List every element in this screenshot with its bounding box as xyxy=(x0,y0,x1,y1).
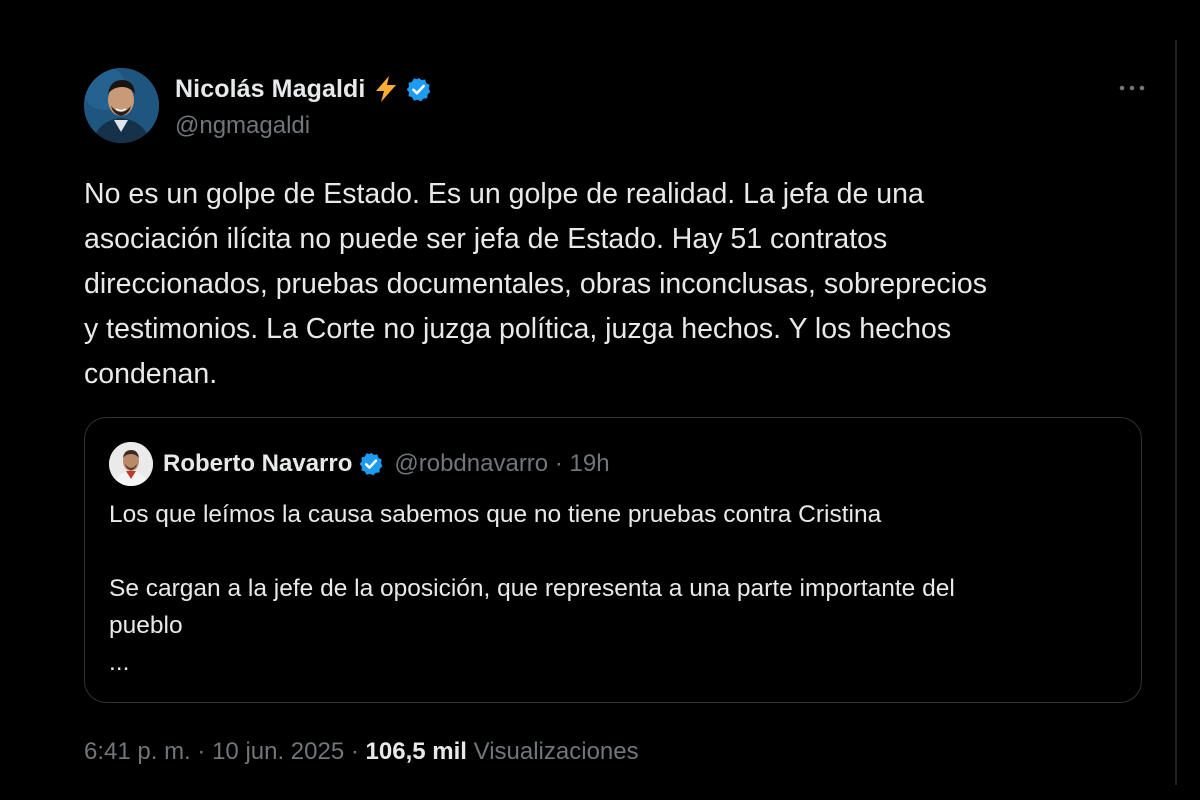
tweet-footer: 6:41 p. m. · 10 jun. 2025 · 106,5 mil Vi… xyxy=(84,738,639,766)
author-avatar[interactable] xyxy=(84,68,159,143)
quoted-tweet-header: Roberto Navarro @robdnavarro · 19h xyxy=(109,442,610,486)
quoted-truncation: ... xyxy=(109,649,130,676)
tweet-text-line: y testimonios. La Corte no juzga polític… xyxy=(84,313,952,345)
quoted-author-handle[interactable]: @robdnavarro xyxy=(394,450,548,477)
views-label[interactable]: Visualizaciones xyxy=(474,738,639,765)
quoted-author-display-name[interactable]: Roberto Navarro xyxy=(163,450,352,478)
quoted-author-avatar[interactable] xyxy=(109,442,153,486)
tweet-text-line: No es un golpe de Estado. Es un golpe de… xyxy=(84,178,924,210)
tweet-text: No es un golpe de Estado. Es un golpe de… xyxy=(84,172,1144,397)
author-handle[interactable]: @ngmagaldi xyxy=(175,112,432,140)
quoted-tweet-card[interactable]: Roberto Navarro @robdnavarro · 19h Los q… xyxy=(84,417,1142,703)
author-display-name[interactable]: Nicolás Magaldi xyxy=(175,75,365,104)
author-display-row: Nicolás Magaldi xyxy=(175,72,432,106)
quoted-tweet-text: Los que leímos la causa sabemos que no t… xyxy=(109,496,1119,681)
quoted-paragraph: Los que leímos la causa sabemos que no t… xyxy=(109,501,882,528)
tweet-text-line: condenan. xyxy=(84,358,218,390)
tweet-date[interactable]: 10 jun. 2025 xyxy=(212,738,344,765)
views-count[interactable]: 106,5 mil xyxy=(366,738,467,765)
bolt-icon xyxy=(373,75,399,103)
scroll-divider xyxy=(1175,40,1177,785)
quoted-verified-badge-icon[interactable] xyxy=(358,451,384,477)
verified-badge-icon[interactable] xyxy=(405,76,432,103)
tweet-time[interactable]: 6:41 p. m. xyxy=(84,738,191,765)
quoted-meta: @robdnavarro · 19h xyxy=(394,450,609,478)
tweet-text-line: direccionados, pruebas documentales, obr… xyxy=(84,268,988,300)
tweet-text-line: asociación ilícita no puede ser jefa de … xyxy=(84,223,888,255)
footer-separator: · xyxy=(350,738,359,765)
tweet: Nicolás Magaldi @ngmagaldi No es un golp… xyxy=(84,68,1154,765)
quoted-paragraph-line: pueblo xyxy=(109,612,183,639)
quoted-timestamp[interactable]: 19h xyxy=(570,450,610,477)
author-names: Nicolás Magaldi @ngmagaldi xyxy=(175,72,432,140)
tweet-header: Nicolás Magaldi @ngmagaldi xyxy=(84,68,1154,148)
more-options-button[interactable] xyxy=(1114,74,1150,102)
author-avatar-image xyxy=(84,68,159,143)
meta-separator: · xyxy=(554,450,563,477)
quoted-paragraph-line: Se cargan a la jefe de la oposición, que… xyxy=(109,575,955,602)
footer-separator: · xyxy=(197,738,206,765)
quoted-avatar-image xyxy=(109,442,153,486)
more-horizontal-icon xyxy=(1119,85,1145,91)
